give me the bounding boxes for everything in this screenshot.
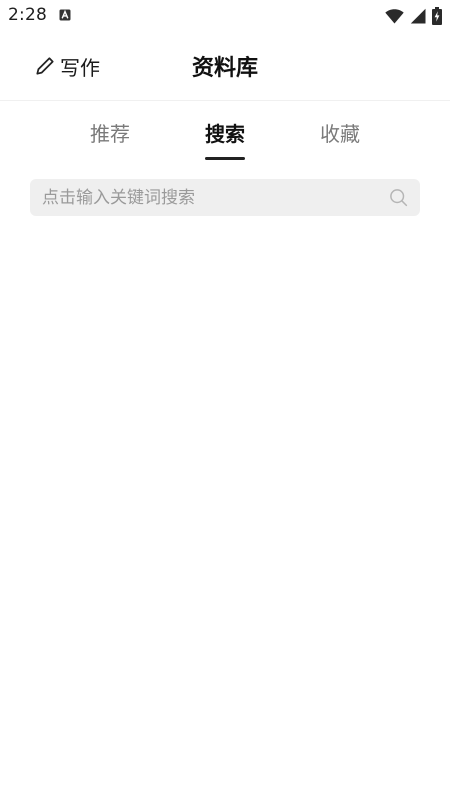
tab-search[interactable]: 搜索 bbox=[185, 118, 265, 147]
status-bar: 2:28 bbox=[0, 0, 450, 32]
search-input[interactable] bbox=[42, 179, 382, 216]
a-letter-icon bbox=[59, 9, 71, 21]
tab-recommend[interactable]: 推荐 bbox=[70, 118, 150, 147]
wifi-icon bbox=[385, 9, 404, 24]
page-title: 资料库 bbox=[191, 56, 258, 81]
tab-favorites[interactable]: 收藏 bbox=[300, 118, 380, 147]
search-bar bbox=[30, 179, 420, 216]
status-icons bbox=[385, 6, 442, 26]
tab-bar: 推荐 搜索 收藏 bbox=[0, 101, 450, 163]
status-time: 2:28 bbox=[8, 5, 47, 25]
search-icon[interactable] bbox=[388, 187, 409, 208]
app-header: 写作 资料库 bbox=[0, 32, 450, 101]
battery-charging-icon bbox=[432, 7, 442, 25]
cell-signal-icon bbox=[410, 8, 426, 24]
active-tab-indicator bbox=[205, 157, 245, 160]
